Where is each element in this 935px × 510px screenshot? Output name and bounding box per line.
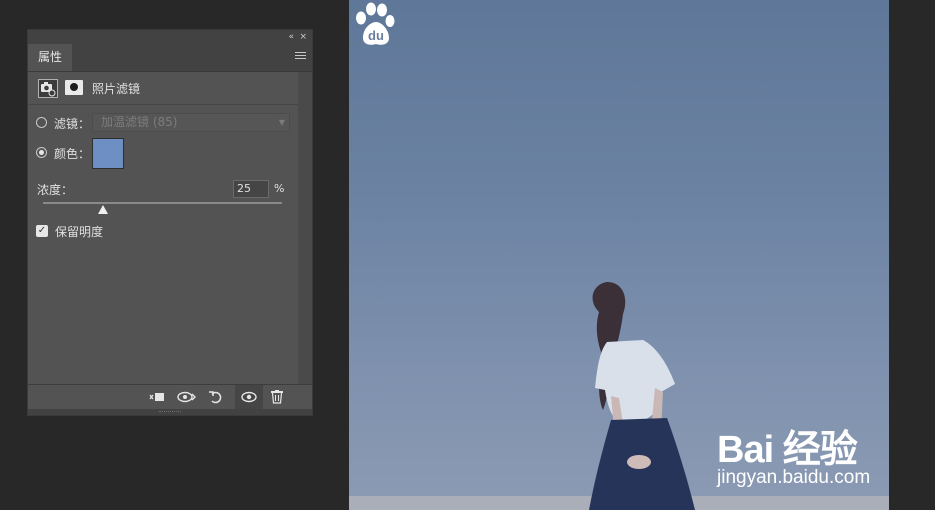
properties-panel: « × 属性 照片滤镜 滤镜： 加温滤镜 (85) ▼ 颜色： 浓度： 25 %…: [27, 29, 313, 416]
resize-grip-icon[interactable]: [159, 411, 181, 414]
baidu-jingyan-logo: Bai 经验: [717, 429, 858, 471]
density-slider-track[interactable]: [43, 202, 282, 204]
panel-footer-toolbar: [28, 384, 312, 409]
color-radio[interactable]: [36, 147, 47, 158]
filter-select[interactable]: 加温滤镜 (85) ▼: [92, 113, 290, 132]
panel-title-bar[interactable]: « ×: [28, 30, 312, 44]
filter-radio[interactable]: [36, 117, 47, 128]
filter-color-swatch[interactable]: [92, 138, 124, 169]
color-label: 颜色：: [54, 147, 91, 161]
tab-properties[interactable]: 属性: [28, 44, 72, 71]
trash-icon[interactable]: [266, 385, 288, 409]
filter-select-value: 加温滤镜 (85): [101, 115, 178, 129]
density-input[interactable]: 25: [233, 180, 269, 198]
reset-icon[interactable]: [205, 385, 227, 409]
chevron-down-icon: ▼: [278, 118, 285, 127]
photo-filter-adjustment-icon[interactable]: [38, 79, 58, 98]
visibility-eye-icon[interactable]: [235, 385, 263, 409]
panel-scrollbar[interactable]: [298, 72, 312, 384]
preserve-luminosity-checkbox[interactable]: ✓: [36, 225, 48, 237]
density-label: 浓度：: [37, 183, 74, 197]
density-slider-thumb[interactable]: [97, 205, 108, 214]
close-icon[interactable]: ×: [299, 30, 307, 44]
collapse-icon[interactable]: «: [288, 30, 294, 44]
preserve-luminosity-label: 保留明度: [55, 225, 104, 239]
svg-text:du: du: [368, 28, 384, 43]
clip-to-layer-icon[interactable]: [146, 385, 168, 409]
document-canvas-photo[interactable]: Bai 经验 du jingyan.baidu.com: [349, 0, 889, 510]
density-unit: %: [274, 182, 285, 195]
layer-mask-icon[interactable]: [65, 80, 83, 95]
view-previous-state-icon[interactable]: [176, 385, 198, 409]
panel-tab-row: 属性: [28, 44, 312, 72]
filter-label: 滤镜：: [54, 117, 91, 131]
adjustment-title: 照片滤镜: [92, 82, 141, 96]
watermark-url: jingyan.baidu.com: [717, 467, 871, 488]
baidu-paw-icon: du: [356, 2, 395, 45]
panel-menu-icon[interactable]: [295, 52, 306, 61]
adjustment-header: 照片滤镜: [28, 72, 312, 105]
